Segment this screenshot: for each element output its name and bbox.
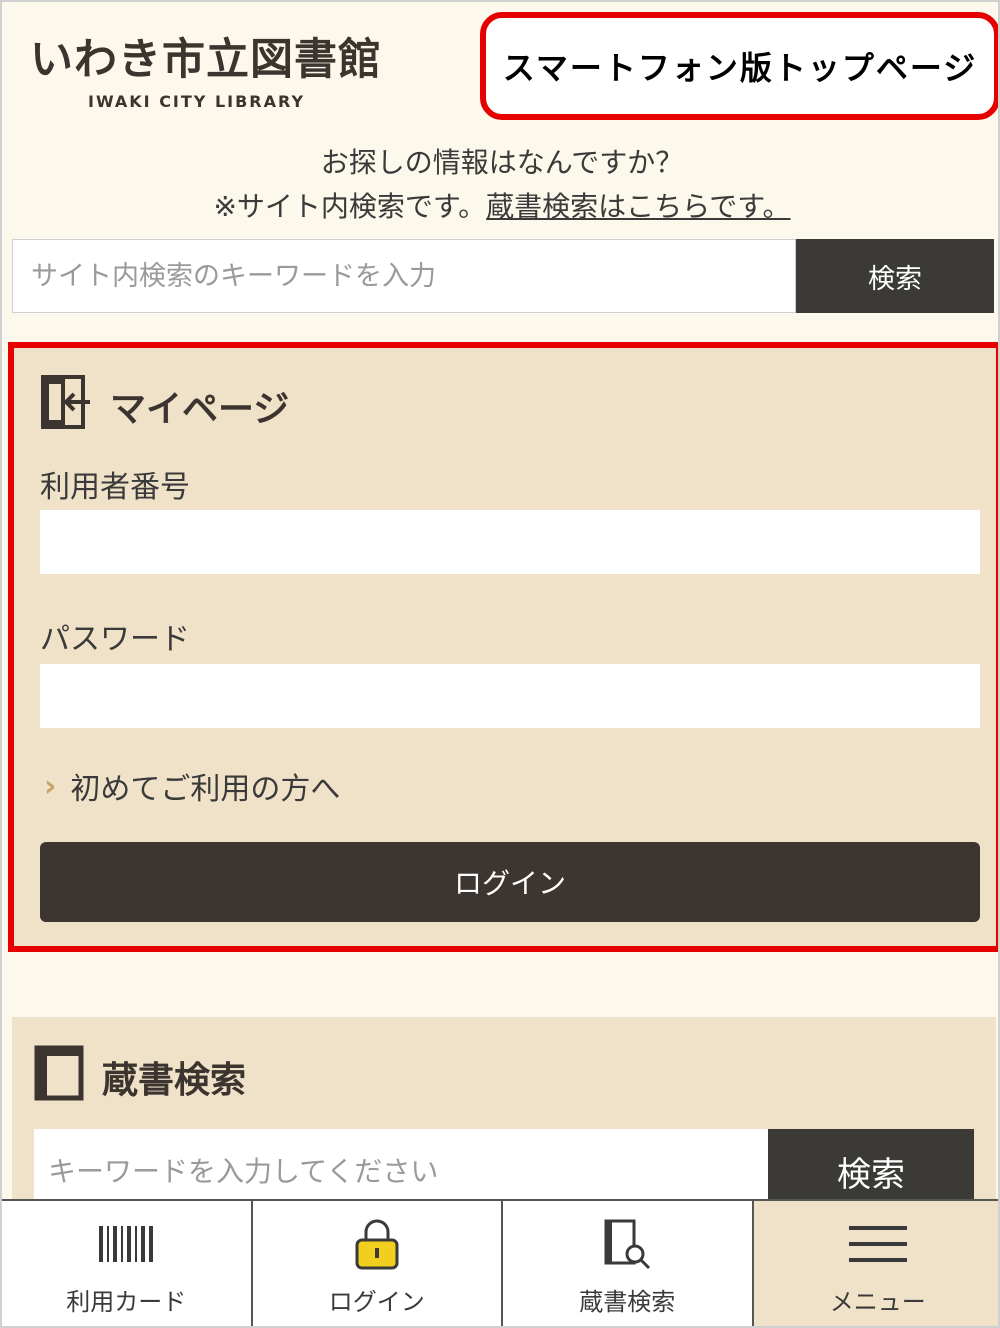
catalog-heading: 蔵書検索 — [34, 1045, 247, 1110]
catalog-search-link[interactable]: 蔵書検索はこちらです。 — [486, 190, 790, 223]
bottom-nav: 利用カード ログイン 蔵書検索 メニュー — [2, 1199, 998, 1326]
logo-japanese: いわき市立図書館 — [30, 35, 382, 85]
catalog-title: 蔵書検索 — [102, 1060, 247, 1101]
nav-login[interactable]: ログイン — [253, 1201, 503, 1326]
search-note-text: ※サイト内検索です。 — [213, 190, 487, 223]
mypage-heading: マイページ — [40, 374, 290, 439]
password-label: パスワード — [40, 622, 190, 657]
user-number-input[interactable] — [40, 510, 980, 574]
hamburger-menu-icon — [843, 1214, 913, 1274]
chevron-right-icon: › — [44, 768, 57, 804]
password-input[interactable] — [40, 664, 980, 728]
login-button[interactable]: ログイン — [40, 842, 980, 922]
nav-login-label: ログイン — [328, 1288, 425, 1316]
barcode-icon — [91, 1214, 161, 1274]
site-logo[interactable]: いわき市立図書館 IWAKI CITY LIBRARY — [30, 32, 382, 111]
site-search-bar: 検索 — [12, 239, 994, 313]
site-search-input[interactable] — [12, 239, 796, 313]
user-number-label: 利用者番号 — [40, 470, 190, 505]
nav-library-card-label: 利用カード — [66, 1288, 187, 1316]
padlock-icon — [342, 1214, 412, 1274]
first-time-link-label: 初めてご利用の方へ — [70, 772, 341, 807]
logo-english: IWAKI CITY LIBRARY — [88, 92, 306, 111]
nav-menu-label: メニュー — [829, 1288, 926, 1316]
book-icon — [34, 1045, 84, 1110]
nav-catalog-search[interactable]: 蔵書検索 — [503, 1201, 754, 1326]
site-search-button[interactable]: 検索 — [796, 239, 994, 313]
search-note: ※サイト内検索です。蔵書検索はこちらです。 — [2, 184, 998, 230]
phone-screen: いわき市立図書館 IWAKI CITY LIBRARY スマートフォン版トップペ… — [0, 0, 1000, 1328]
catalog-search-panel: 蔵書検索 検索 — [12, 1017, 996, 1217]
nav-library-card[interactable]: 利用カード — [2, 1201, 253, 1326]
nav-catalog-search-label: 蔵書検索 — [579, 1288, 676, 1316]
mypage-panel: マイページ 利用者番号 パスワード › 初めてご利用の方へ ログイン — [8, 342, 998, 952]
first-time-link[interactable]: › 初めてご利用の方へ — [44, 764, 340, 808]
login-door-icon — [40, 374, 92, 439]
nav-menu[interactable]: メニュー — [753, 1201, 998, 1326]
book-search-icon — [592, 1214, 662, 1274]
mypage-title: マイページ — [110, 389, 290, 430]
annotation-callout: スマートフォン版トップページ — [480, 12, 998, 120]
search-question: お探しの情報はなんですか？ — [320, 146, 684, 179]
